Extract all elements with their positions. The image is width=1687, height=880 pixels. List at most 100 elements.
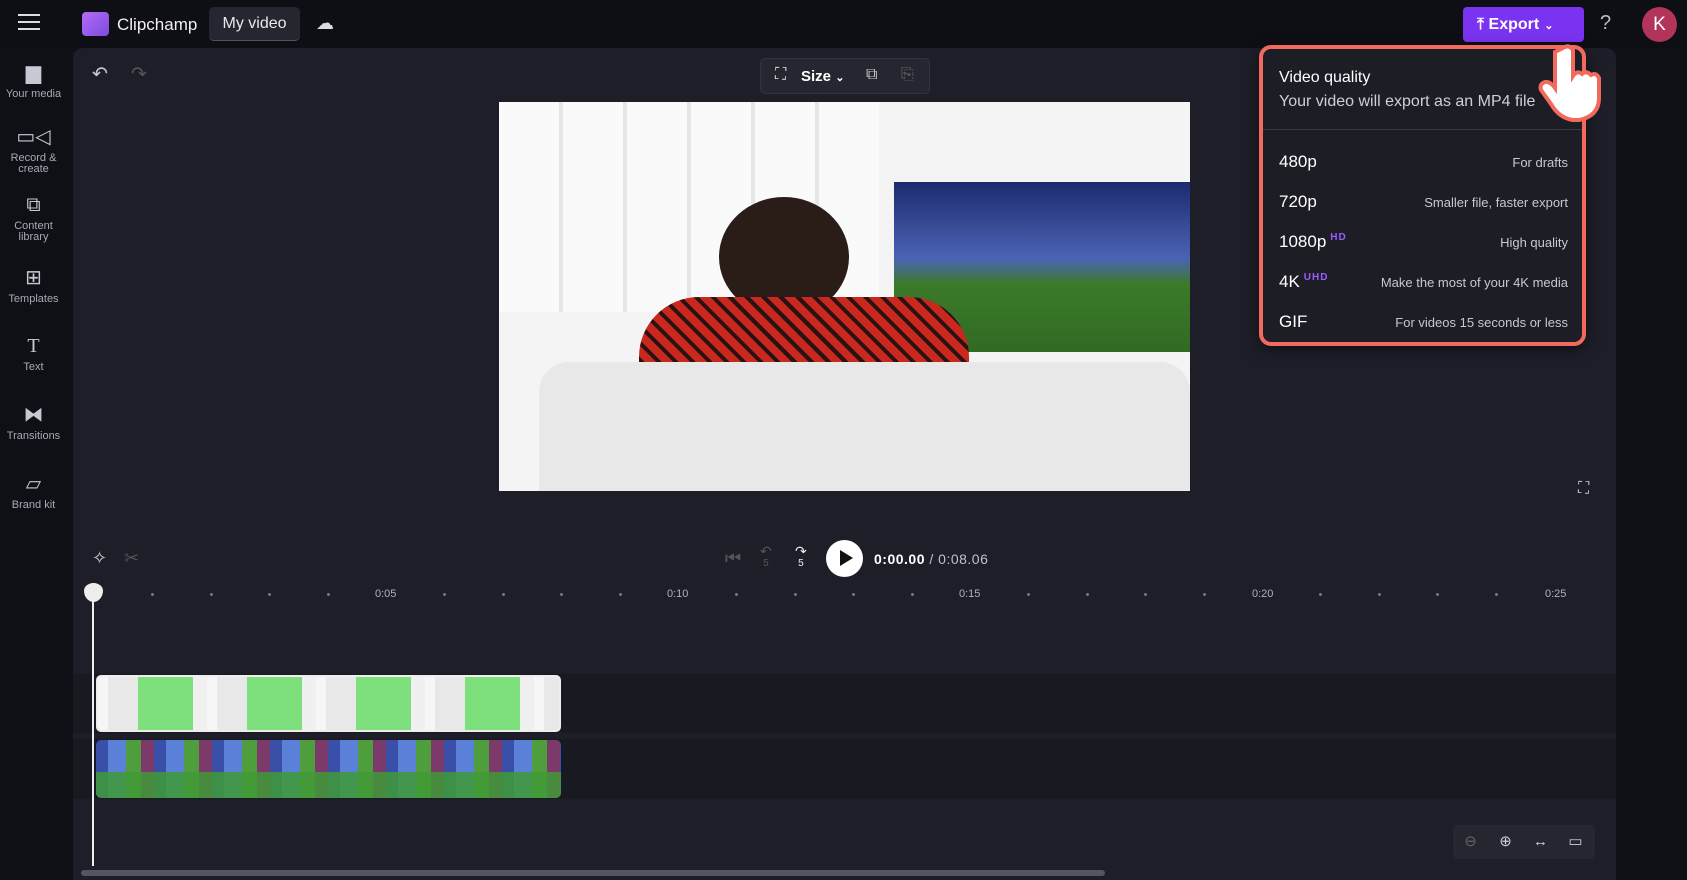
sidebar-item-label: Content library	[14, 220, 53, 243]
total-time: / 0:08.06	[929, 551, 989, 567]
ruler-dot	[209, 593, 213, 596]
quality-label: 480p	[1279, 152, 1317, 171]
video-clip-green-screen[interactable]	[96, 675, 561, 732]
quality-label: GIF	[1279, 312, 1308, 331]
quality-description: For videos 15 seconds or less	[1395, 315, 1568, 330]
sidebar-item-templates[interactable]: ⊞ Templates	[0, 267, 67, 305]
fullscreen-icon[interactable]: ⛶	[1578, 480, 1589, 498]
tick-label: 0:05	[375, 588, 397, 600]
video-clip-football[interactable]	[96, 740, 561, 798]
ruler-dot	[1202, 593, 1206, 596]
video-preview[interactable]	[499, 102, 1190, 491]
skip-to-start-icon[interactable]: ⏮	[725, 548, 741, 569]
playhead[interactable]	[92, 590, 94, 866]
size-label: Size	[801, 68, 832, 85]
project-name-field[interactable]: My video	[209, 7, 300, 41]
forward-label: 5	[798, 558, 804, 569]
transitions-icon: ⧓	[23, 404, 44, 426]
scissors-icon[interactable]: ✂	[124, 548, 139, 569]
hd-badge: HD	[1330, 232, 1347, 243]
brand-kit-icon: ▱	[25, 473, 42, 495]
redo-icon[interactable]: ↷	[131, 63, 147, 86]
magic-tool-icon[interactable]: ✧	[92, 548, 107, 569]
ruler-dot	[1085, 593, 1089, 596]
tick-label: 0:15	[959, 588, 981, 600]
ruler-dot	[910, 593, 914, 596]
cloud-saved-icon[interactable]: ☁	[316, 13, 334, 34]
upload-icon: ⤒	[1477, 16, 1489, 33]
quality-option-4k[interactable]: 4K UHD Make the most of your 4K media	[1263, 264, 1582, 301]
quality-option-480p[interactable]: 480p For drafts	[1263, 144, 1582, 181]
sidebar-item-brand-kit[interactable]: ▱ Brand kit	[0, 473, 67, 511]
ruler-dot	[1377, 593, 1381, 596]
pointer-hand-icon	[1538, 44, 1601, 122]
templates-icon: ⊞	[25, 267, 42, 289]
sidebar-item-label: Templates	[8, 293, 59, 305]
text-icon: T	[27, 335, 40, 357]
avatar[interactable]: K	[1642, 7, 1677, 42]
content-library-icon: ⧉	[26, 194, 41, 216]
play-button[interactable]	[826, 540, 863, 577]
sidebar-item-label: Text	[23, 361, 44, 373]
current-time: 0:00.00	[874, 551, 925, 567]
sidebar-item-label: Transitions	[6, 430, 61, 442]
undo-icon[interactable]: ↶	[92, 63, 108, 86]
ruler-dot	[326, 593, 330, 596]
quality-description: High quality	[1500, 235, 1568, 250]
rewind-5-button[interactable]: ↶ 5	[760, 544, 772, 569]
timeline-scrollbar[interactable]	[81, 870, 1105, 876]
ruler-dot	[501, 593, 505, 596]
export-button[interactable]: ⤒ Export ⌄	[1463, 7, 1584, 42]
sidebar-item-transitions[interactable]: ⧓ Transitions	[0, 404, 67, 442]
tick-label: 0:25	[1545, 588, 1567, 600]
sofa	[539, 362, 1190, 491]
quality-option-gif[interactable]: GIF For videos 15 seconds or less	[1263, 304, 1582, 341]
size-toolbar: ⛶ Size ⌄ ⧉ ⎘	[760, 58, 930, 94]
folder-icon: ▆	[25, 62, 42, 84]
quality-label: 720p	[1279, 192, 1317, 211]
menu-icon[interactable]	[18, 14, 40, 32]
sidebar-item-label: Your media	[5, 88, 62, 100]
replace-icon[interactable]: ⎘	[901, 66, 914, 84]
chevron-down-icon: ⌄	[835, 72, 845, 84]
sidebar-item-text[interactable]: T Text	[0, 335, 67, 373]
camera-icon: ▭◁	[16, 126, 51, 148]
clipchamp-logo	[82, 12, 109, 36]
sidebar-item-your-media[interactable]: ▆ Your media	[0, 62, 67, 100]
menu-subtitle: Your video will export as an MP4 file	[1279, 93, 1536, 110]
timeline-zoom-controls: ⊖ ⊕ ↔ ▭	[1453, 825, 1595, 859]
quality-description: Smaller file, faster export	[1424, 195, 1568, 210]
size-button[interactable]: Size ⌄	[801, 68, 844, 85]
tick-label: 0:20	[1252, 588, 1274, 600]
quality-option-1080p[interactable]: 1080p HD High quality	[1263, 224, 1582, 261]
background-remove-icon[interactable]: ⧉	[866, 66, 877, 84]
chevron-down-icon: ⌄	[1544, 20, 1554, 32]
sidebar-item-label: Brand kit	[11, 499, 56, 511]
sidebar-item-label: Record & create	[10, 152, 57, 175]
quality-label: 1080p	[1279, 232, 1327, 251]
fit-timeline-icon[interactable]: ↔	[1523, 825, 1558, 859]
forward-5-button[interactable]: ↷ 5	[795, 544, 807, 569]
quality-option-720p[interactable]: 720p Smaller file, faster export	[1263, 184, 1582, 221]
ruler-dot	[1494, 593, 1498, 596]
uhd-badge: UHD	[1303, 272, 1329, 283]
help-button[interactable]: ?	[1600, 12, 1611, 35]
zoom-out-icon[interactable]: ⊖	[1453, 825, 1488, 859]
sidebar-item-content-library[interactable]: ⧉ Content library	[0, 194, 67, 243]
sidebar-item-record-create[interactable]: ▭◁ Record & create	[0, 126, 67, 175]
quality-description: For drafts	[1512, 155, 1568, 170]
rewind-label: 5	[763, 558, 769, 569]
tick-label: 0:10	[667, 588, 689, 600]
quality-description: Make the most of your 4K media	[1380, 275, 1568, 290]
export-label: Export	[1488, 16, 1540, 33]
ruler-dot	[793, 593, 797, 596]
captions-icon[interactable]: ▭	[1558, 825, 1593, 859]
time-display: 0:00.00 / 0:08.06	[874, 551, 988, 567]
quality-label: 4K	[1279, 272, 1300, 291]
crop-icon[interactable]: ⛶	[775, 66, 786, 84]
app-name: Clipchamp	[117, 15, 198, 34]
zoom-in-icon[interactable]: ⊕	[1488, 825, 1523, 859]
ruler-dot	[618, 593, 622, 596]
menu-title: Video quality	[1279, 69, 1371, 86]
divider	[1263, 129, 1582, 130]
